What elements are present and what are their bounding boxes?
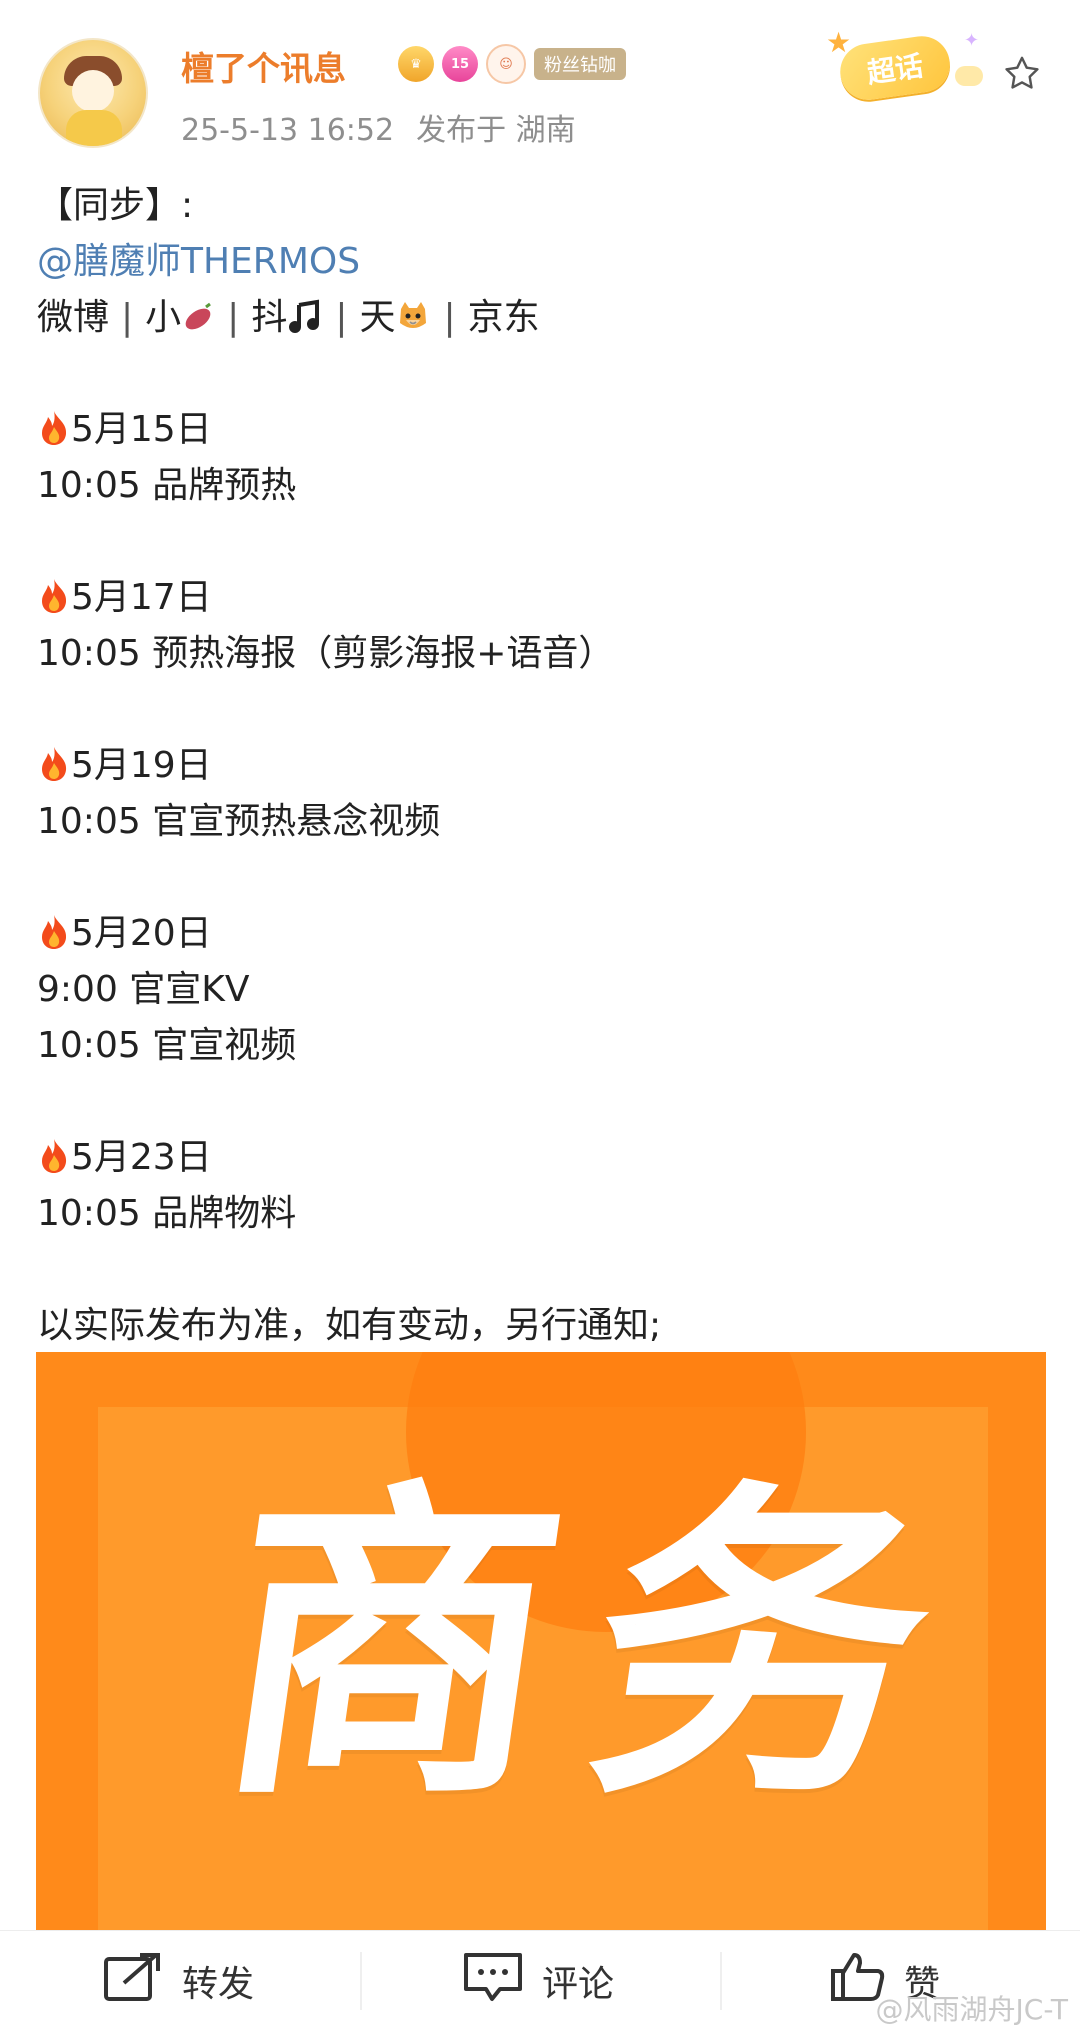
schedule-item: 10:05 官宣视频 xyxy=(37,1025,297,1066)
sweet-potato-icon xyxy=(181,296,215,352)
separator: | xyxy=(335,297,348,338)
crown-badge-icon[interactable]: ♛ xyxy=(398,46,434,82)
post-location: 发布于 湖南 xyxy=(416,113,576,148)
supertopic-bubble-icon xyxy=(955,66,983,86)
schedule-item: 10:05 品牌物料 xyxy=(37,1193,297,1234)
mention-link[interactable]: @膳魔师THERMOS xyxy=(37,234,1047,290)
repost-label: 转发 xyxy=(182,1964,255,2005)
separator: | xyxy=(227,297,240,338)
favorite-star-icon[interactable] xyxy=(998,50,1046,98)
post-image[interactable]: 商务 xyxy=(36,1352,1046,1932)
schedule-date-text: 5月20日 xyxy=(71,913,212,954)
schedule-item: 10:05 预热海报（剪影海报+语音） xyxy=(37,633,615,674)
username[interactable]: 檀了个讯息 xyxy=(181,42,346,90)
avatar-face xyxy=(72,70,114,112)
repost-button[interactable]: 转发 xyxy=(102,1930,254,2032)
post-date: 25-5-13 16:52 xyxy=(181,113,395,148)
cat-icon xyxy=(395,296,431,352)
sparkle-icon: ✦ xyxy=(964,30,980,51)
watermark: @风雨湖舟JC-T xyxy=(875,1993,1068,2026)
fire-icon xyxy=(37,408,71,464)
platform-list: 微博 | 小 | 抖 | 天 | 京东 xyxy=(37,290,1047,346)
action-divider xyxy=(360,1952,362,2010)
schedule-date-text: 5月15日 xyxy=(71,409,212,450)
action-divider xyxy=(720,1952,722,2010)
comment-icon xyxy=(462,1951,524,2012)
comment-button[interactable]: 评论 xyxy=(462,1930,614,2032)
music-note-icon xyxy=(287,296,323,352)
level-badge-number: 15 xyxy=(450,56,470,72)
platform-weibo: 微博 xyxy=(37,297,110,338)
level-badge-icon[interactable]: 15 xyxy=(442,46,478,82)
fire-icon xyxy=(37,1136,71,1192)
sync-label: 【同步】: xyxy=(37,185,194,226)
supertopic-button[interactable]: 超话 xyxy=(836,32,954,104)
separator: | xyxy=(121,297,134,338)
fan-badge[interactable]: 粉丝钻咖 xyxy=(534,48,626,80)
platform-xiaohongshu: 小 xyxy=(145,297,182,338)
schedule-date: 5月23日 xyxy=(37,1130,1047,1186)
avatar-body xyxy=(66,110,122,146)
user-badges: ♛ 15 ☺ 粉丝钻咖 xyxy=(398,44,626,84)
pet-badge-icon[interactable]: ☺ xyxy=(486,44,526,84)
image-headline: 商务 xyxy=(200,1462,993,1831)
post-header: 檀了个讯息 ♛ 15 ☺ 粉丝钻咖 25-5-13 16:52 发布于 湖南 ★ … xyxy=(0,0,1080,150)
schedule-date-text: 5月23日 xyxy=(71,1137,212,1178)
fire-icon xyxy=(37,576,71,632)
schedule-item: 10:05 品牌预热 xyxy=(37,465,297,506)
schedule-date-text: 5月19日 xyxy=(71,745,212,786)
schedule-date-text: 5月17日 xyxy=(71,577,212,618)
comment-label: 评论 xyxy=(542,1964,615,2005)
platform-tmall: 天 xyxy=(359,297,396,338)
schedule-date: 5月15日 xyxy=(37,402,1047,458)
notice-text: 以实际发布为准，如有变动，另行通知; xyxy=(37,1305,662,1346)
post-content: 【同步】: @膳魔师THERMOS 微博 | 小 | 抖 | 天 | 京东 5月15日 10:0… xyxy=(37,178,1047,1354)
post-meta: 25-5-13 16:52 发布于 湖南 xyxy=(181,105,598,149)
platform-douyin: 抖 xyxy=(251,297,288,338)
share-icon xyxy=(102,1951,164,2012)
avatar[interactable] xyxy=(38,38,148,148)
platform-jd: 京东 xyxy=(467,297,540,338)
schedule-item: 10:05 官宣预热悬念视频 xyxy=(37,801,441,842)
schedule-item: 9:00 官宣KV xyxy=(37,969,250,1010)
schedule-date: 5月17日 xyxy=(37,570,1047,626)
fire-icon xyxy=(37,744,71,800)
schedule-date: 5月20日 xyxy=(37,906,1047,962)
separator: | xyxy=(443,297,456,338)
schedule-date: 5月19日 xyxy=(37,738,1047,794)
fire-icon xyxy=(37,912,71,968)
